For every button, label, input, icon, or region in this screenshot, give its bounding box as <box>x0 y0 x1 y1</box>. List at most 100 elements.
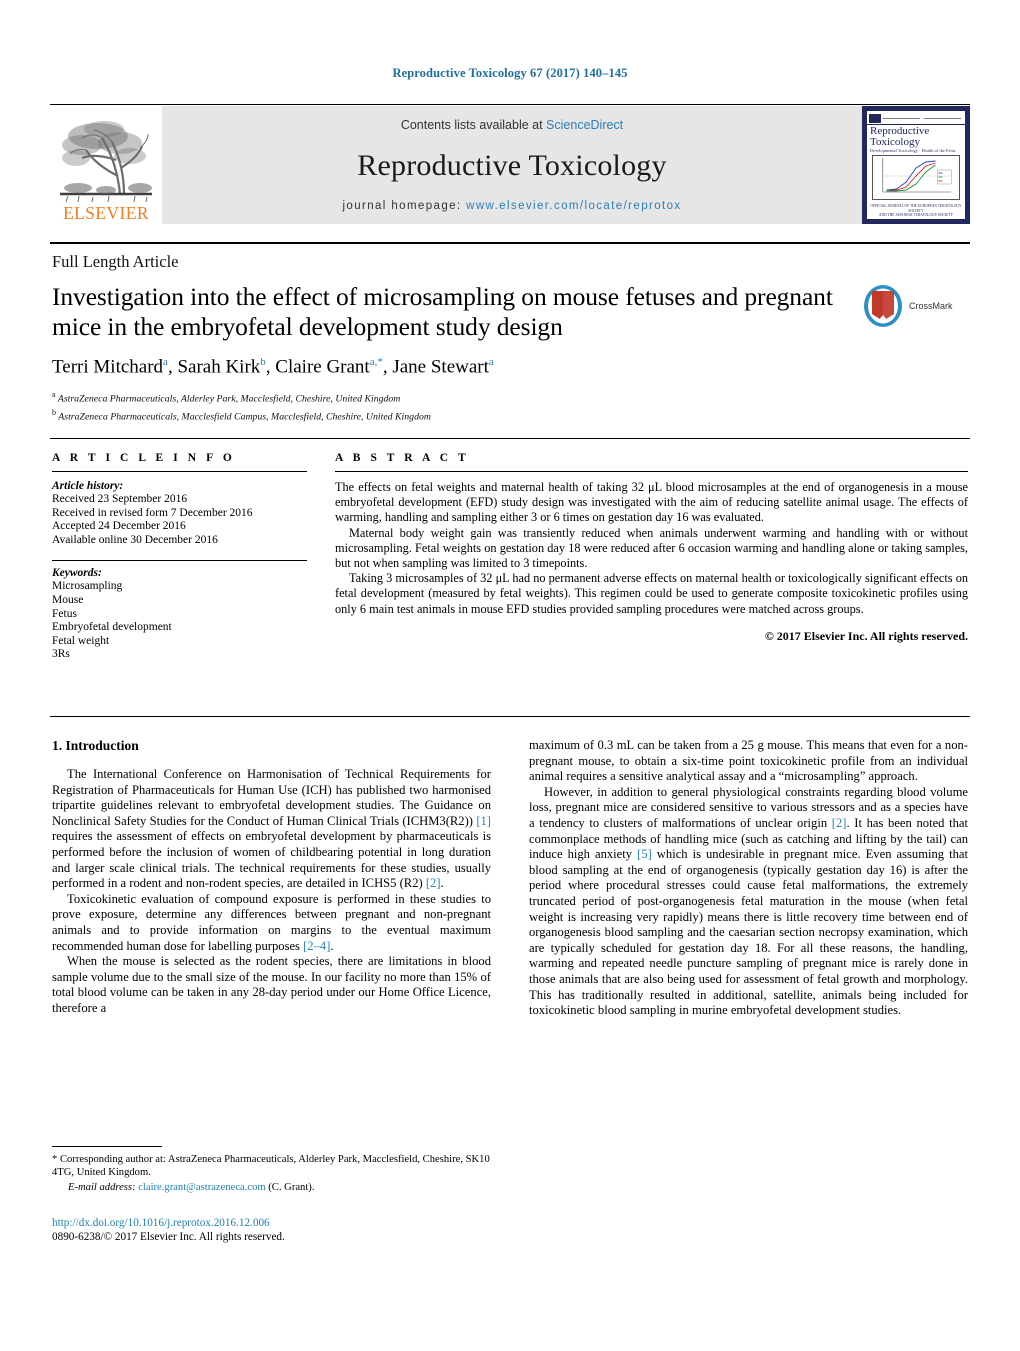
cover-footer-line2: AND THE JAPANESE TERATOLOGY SOCIETY <box>878 213 954 218</box>
sciencedirect-link[interactable]: ScienceDirect <box>546 118 623 132</box>
affiliation-list: a AstraZeneca Pharmaceuticals, Alderley … <box>52 388 842 423</box>
author-affiliation-mark: b <box>260 356 266 368</box>
article-history-item: Accepted 24 December 2016 <box>52 520 186 533</box>
paper-page: Reproductive Toxicology 67 (2017) 140–14… <box>0 0 1020 1351</box>
citation-link[interactable]: [2] <box>832 816 847 830</box>
footnote-rule <box>52 1146 162 1147</box>
article-history-list: Received 23 September 2016 Received in re… <box>52 493 307 547</box>
crossmark-badge[interactable]: CrossMark <box>862 282 970 330</box>
email-label: E-mail address: <box>68 1182 136 1194</box>
corresponding-author-note: * Corresponding author at: AstraZeneca P… <box>52 1154 490 1179</box>
article-history-item: Received in revised form 7 December 2016 <box>52 506 253 519</box>
keyword-item: Mouse <box>52 593 84 606</box>
author-name: Sarah Kirk <box>177 356 261 378</box>
doi-block: http://dx.doi.org/10.1016/j.reprotox.201… <box>52 1216 491 1244</box>
cover-title-line1: Reproductive <box>867 124 965 137</box>
keywords-label: Keywords: <box>52 567 102 580</box>
journal-title: Reproductive Toxicology <box>357 149 667 182</box>
citation-link[interactable]: [2–4] <box>303 939 330 953</box>
cover-rule-left <box>883 117 920 119</box>
page-title: Investigation into the effect of microsa… <box>52 282 833 341</box>
cover-footer: OFFICIAL JOURNAL OF THE EUROPEAN TERATOL… <box>867 204 965 218</box>
affiliation-item: a AstraZeneca Pharmaceuticals, Alderley … <box>52 390 401 405</box>
cover-chart-svg <box>882 158 952 193</box>
author-affiliation-mark: a,* <box>369 356 383 368</box>
affiliation-mark: b <box>52 407 56 417</box>
author-list: Terri Mitcharda, Sarah Kirkb, Claire Gra… <box>52 356 494 378</box>
author-affiliation-mark: a <box>488 356 494 368</box>
keyword-item: Embryofetal development <box>52 621 172 634</box>
body-paragraph: maximum of 0.3 mL can be taken from a 25… <box>529 738 968 784</box>
copyright-line: © 2017 Elsevier Inc. All rights reserved… <box>764 628 968 643</box>
affiliation-mark: a <box>52 390 56 400</box>
elsevier-tree-icon <box>60 120 152 202</box>
cover-subtitle: Developmental Toxicology · Health of the… <box>870 148 956 153</box>
elsevier-logo: ELSEVIER <box>50 106 162 224</box>
abstract-paragraph: The effects on fetal weights and materna… <box>335 480 968 525</box>
abstract-heading: A B S T R A C T <box>335 452 470 464</box>
cover-logo-block <box>869 113 881 123</box>
crossmark-icon <box>864 285 902 327</box>
journal-cover-thumbnail: Reproductive Toxicology Developmental To… <box>862 106 970 224</box>
journal-cover-inner: Reproductive Toxicology Developmental To… <box>867 111 965 219</box>
article-history-item: Available online 30 December 2016 <box>52 533 218 546</box>
citation-link[interactable]: [1] <box>476 814 491 828</box>
keyword-item: Fetal weight <box>52 634 110 647</box>
elsevier-wordmark: ELSEVIER <box>63 202 149 223</box>
abstract-paragraphs: The effects on fetal weights and materna… <box>335 480 968 617</box>
body-right-column: maximum of 0.3 mL can be taken from a 25… <box>529 738 968 1019</box>
body-columns: 1. Introduction The International Confer… <box>52 738 968 1019</box>
keywords-rule <box>52 560 307 562</box>
section-heading-introduction: 1. Introduction <box>52 738 139 753</box>
footnote-area: * Corresponding author at: AstraZeneca P… <box>52 1146 491 1195</box>
left-column-paragraphs: The International Conference on Harmonis… <box>52 767 491 1017</box>
doi-link[interactable]: http://dx.doi.org/10.1016/j.reprotox.201… <box>52 1216 491 1230</box>
masthead-top-rule <box>50 104 970 105</box>
journal-masthead: ELSEVIER Contents lists available at Sci… <box>50 106 970 224</box>
keyword-item: Fetus <box>52 607 77 620</box>
homepage-prefix: journal homepage: <box>342 200 467 212</box>
body-paragraph: When the mouse is selected as the rodent… <box>52 954 491 1015</box>
abstract-column: A B S T R A C T The effects on fetal wei… <box>335 452 968 662</box>
issn-copyright-line: 0890-6238/© 2017 Elsevier Inc. All right… <box>52 1231 285 1243</box>
info-abstract-section: A R T I C L E I N F O Article history: R… <box>52 452 968 662</box>
body-paragraph: However, in addition to general physiolo… <box>529 784 968 1018</box>
article-history-label: Article history: <box>52 480 124 492</box>
abstract-paragraph: Taking 3 microsamples of 32 μL had no pe… <box>335 571 968 616</box>
body-top-rule <box>50 716 970 717</box>
journal-homepage-line: journal homepage: www.elsevier.com/locat… <box>342 200 681 212</box>
keywords-block: Keywords: Microsampling Mouse Fetus Embryof… <box>52 560 307 662</box>
article-history-item: Received 23 September 2016 <box>52 493 188 505</box>
keywords-list: Microsampling Mouse Fetus Embryofetal devel… <box>52 580 307 662</box>
keyword-item: Microsampling <box>52 580 123 593</box>
article-info-heading: A R T I C L E I N F O <box>52 452 236 464</box>
author-name: Claire Grant <box>275 356 370 378</box>
email-note: E-mail address: claire.grant@astrazeneca… <box>52 1181 491 1194</box>
keyword-item: 3Rs <box>52 648 70 661</box>
homepage-url-link[interactable]: www.elsevier.com/locate/reprotox <box>466 200 681 212</box>
abstract-paragraph: Maternal body weight gain was transientl… <box>335 525 968 571</box>
cover-footer-line1: OFFICIAL JOURNAL OF THE EUROPEAN TERATOL… <box>870 204 962 213</box>
running-head: Reproductive Toxicology 67 (2017) 140–14… <box>392 66 628 80</box>
body-left-column: 1. Introduction The International Confer… <box>52 738 491 1019</box>
cover-rule-right <box>924 117 961 119</box>
article-header-rule <box>50 242 970 244</box>
author-name: Jane Stewart <box>392 356 489 378</box>
body-paragraph: The International Conference on Harmonis… <box>52 767 491 891</box>
info-top-rule <box>50 438 970 439</box>
citation-link[interactable]: [5] <box>637 847 652 861</box>
email-link[interactable]: claire.grant@astrazeneca.com <box>138 1182 265 1193</box>
title-block: Investigation into the effect of microsa… <box>52 282 842 423</box>
author-affiliation-mark: a <box>163 356 168 368</box>
contents-available-line: Contents lists available at ScienceDirec… <box>401 118 623 132</box>
article-type-label: Full Length Article <box>52 252 179 271</box>
article-info-column: A R T I C L E I N F O Article history: R… <box>52 452 307 662</box>
author-name: Terri Mitchard <box>52 356 164 378</box>
citation-link[interactable]: [2] <box>426 876 441 890</box>
email-owner: (C. Grant). <box>268 1182 315 1194</box>
cover-topbar <box>867 111 965 124</box>
cover-chart-thumbnail <box>872 155 960 200</box>
affiliation-item: b AstraZeneca Pharmaceuticals, Macclesfi… <box>52 407 431 422</box>
crossmark-label: CrossMark <box>909 301 953 311</box>
right-column-paragraphs: maximum of 0.3 mL can be taken from a 25… <box>529 738 968 1019</box>
